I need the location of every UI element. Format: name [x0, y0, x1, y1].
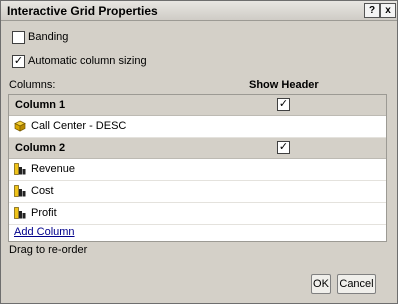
add-column-row: Add Column	[9, 225, 386, 240]
ok-button[interactable]: OK	[311, 274, 331, 294]
drag-hint: Drag to re-order	[9, 244, 88, 256]
list-item-call-center[interactable]: Call Center - DESC	[9, 116, 386, 138]
dimension-cube-icon	[14, 120, 26, 132]
item-label: Revenue	[31, 163, 76, 175]
show-header-checkbox-column-2[interactable]: ✓	[277, 141, 290, 154]
group-row-column-2[interactable]: Column 2 ✓	[9, 138, 386, 159]
item-label: Call Center - DESC	[31, 120, 127, 132]
list-item-revenue[interactable]: Revenue	[9, 159, 386, 181]
show-header-checkbox-column-1[interactable]: ✓	[277, 98, 290, 111]
dialog-titlebar[interactable]: Interactive Grid Properties ? x	[1, 1, 397, 21]
help-button[interactable]: ?	[364, 3, 380, 18]
banding-label: Banding	[28, 31, 69, 43]
auto-sizing-checkbox[interactable]: ✓	[12, 55, 25, 68]
close-button[interactable]: x	[380, 3, 396, 18]
columns-label: Columns:	[9, 79, 56, 91]
group-name: Column 1	[15, 99, 66, 111]
interactive-grid-properties-dialog: Interactive Grid Properties ? x Banding …	[0, 0, 398, 304]
dialog-body: Banding ✓ Automatic column sizing Column…	[1, 21, 397, 303]
item-label: Cost	[31, 185, 54, 197]
show-header-label: Show Header	[249, 79, 319, 91]
list-item-cost[interactable]: Cost	[9, 181, 386, 203]
group-name: Column 2	[15, 142, 66, 154]
add-column-link[interactable]: Add Column	[14, 226, 75, 238]
columns-grid: Column 1 ✓ Call Center - DESC Column 2 ✓	[8, 94, 387, 242]
list-item-profit[interactable]: Profit	[9, 203, 386, 225]
auto-sizing-label: Automatic column sizing	[28, 55, 147, 67]
measure-icon	[14, 185, 26, 197]
item-label: Profit	[31, 207, 57, 219]
group-row-column-1[interactable]: Column 1 ✓	[9, 95, 386, 116]
dialog-title: Interactive Grid Properties	[7, 4, 158, 18]
cancel-button[interactable]: Cancel	[337, 274, 376, 294]
banding-checkbox[interactable]	[12, 31, 25, 44]
measure-icon	[14, 163, 26, 175]
measure-icon	[14, 207, 26, 219]
